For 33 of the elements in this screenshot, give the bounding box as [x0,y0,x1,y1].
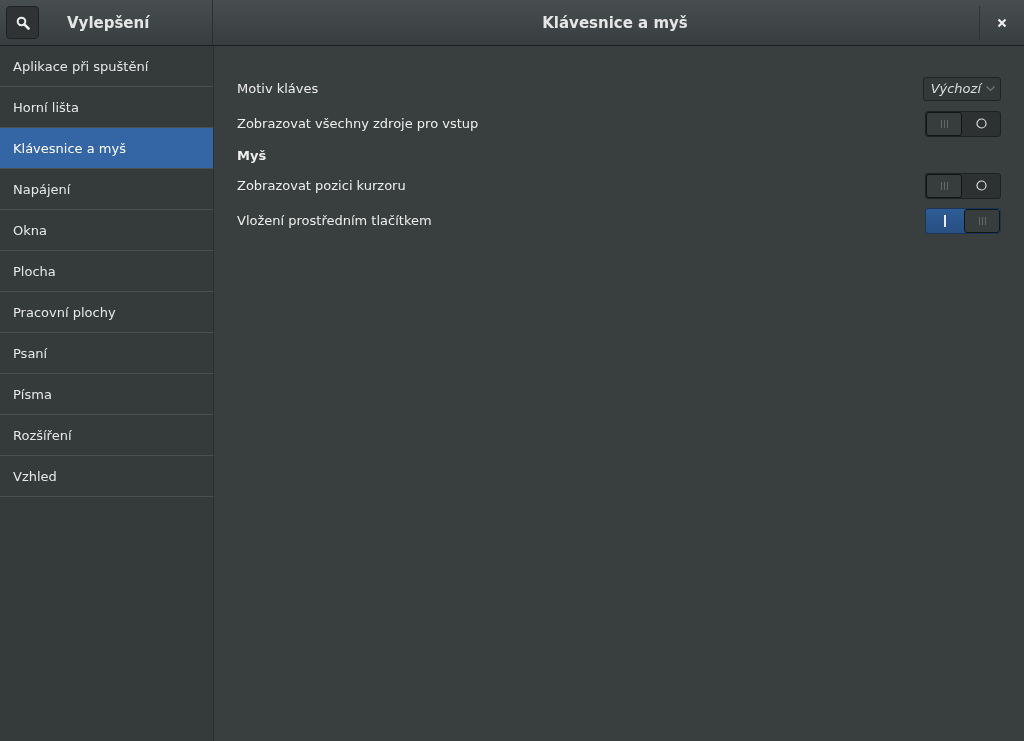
close-icon [997,17,1007,28]
sidebar-item[interactable]: Rozšíření [0,415,213,456]
dropdown-button[interactable]: Výchozí [922,76,1001,101]
search-button[interactable] [6,6,39,39]
search-icon [15,15,30,30]
sidebar-item[interactable]: Klávesnice a myš [0,128,213,169]
setting-label: Motiv kláves [237,81,319,96]
sidebar-item[interactable]: Vzhled [0,456,213,497]
toggle-switch[interactable] [925,110,1001,137]
sidebar-item[interactable]: Napájení [0,169,213,210]
sidebar-item[interactable]: Aplikace při spuštění [0,46,213,87]
grip-icon [939,181,949,190]
chevron-down-icon [986,85,995,92]
off-mark-icon [975,180,987,191]
sidebar-item[interactable]: Okna [0,210,213,251]
sidebar-item[interactable]: Písma [0,374,213,415]
switch-thumb[interactable] [926,111,962,136]
setting-label: Vložení prostředním tlačítkem [237,213,432,228]
grip-icon [977,216,987,225]
setting-label: Zobrazovat všechny zdroje pro vstup [237,116,479,131]
sidebar-item[interactable]: Psaní [0,333,213,374]
toggle-switch[interactable] [925,207,1001,234]
switch-thumb[interactable] [964,208,1000,233]
setting-label: Zobrazovat pozici kurzoru [237,178,406,193]
switch-thumb[interactable] [926,173,962,198]
sidebar-item[interactable]: Plocha [0,251,213,292]
section-heading: Myš [237,147,268,165]
grip-icon [939,119,949,128]
toggle-switch[interactable] [925,172,1001,199]
sidebar-title: Vylepšení [67,13,150,32]
window-title: Klávesnice a myš [541,13,689,32]
sidebar-item[interactable]: Pracovní plochy [0,292,213,333]
off-mark-icon [975,118,987,129]
